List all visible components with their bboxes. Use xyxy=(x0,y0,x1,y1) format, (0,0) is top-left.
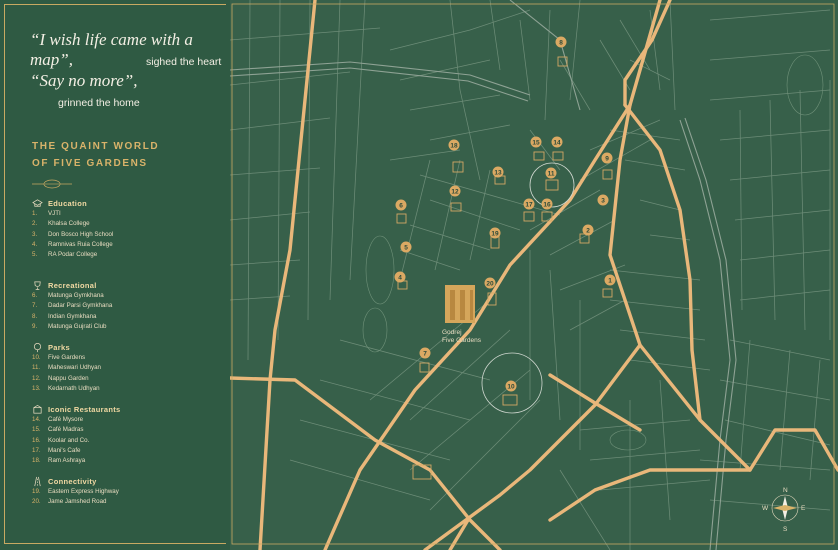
legend-list-parks: 10. Five Gardens 11. Maheswari Udhyan 12. N… xyxy=(32,353,101,394)
marker-3[interactable]: 3 xyxy=(597,194,609,206)
legend-list-restaurants: 14. Café Mysore 15. Café Madras 16. Koolar … xyxy=(32,415,89,466)
project-label-line2: Five Gardens xyxy=(442,337,482,344)
legend-list-recreational: 6. Matunga Gymkhana 7. Dadar Parsi Gymkhan… xyxy=(32,291,112,332)
svg-text:15: 15 xyxy=(532,140,540,147)
marker-2[interactable]: 2 xyxy=(582,224,594,236)
svg-text:6: 6 xyxy=(399,203,403,210)
list-item: 2. Khalsa College xyxy=(32,220,90,228)
legend-heading-connectivity: Connectivity xyxy=(32,476,97,487)
legend-heading-parks: Parks xyxy=(32,342,70,353)
svg-text:14: 14 xyxy=(553,140,561,147)
marker-13[interactable]: 13 xyxy=(492,166,504,178)
marker-8[interactable]: 8 xyxy=(555,36,567,48)
svg-text:1: 1 xyxy=(608,278,612,285)
legend-title-line1: THE QUAINT WORLD xyxy=(32,141,160,152)
list-item: 3. Don Bosco High School xyxy=(32,230,114,238)
marker-11[interactable]: 11 xyxy=(545,167,557,179)
list-item: 5. RA Podar College xyxy=(32,251,98,259)
marker-1[interactable]: 1 xyxy=(604,274,616,286)
svg-text:3: 3 xyxy=(601,198,605,205)
trophy-icon xyxy=(34,281,41,290)
marker-16[interactable]: 16 xyxy=(541,198,553,210)
svg-text:2: 2 xyxy=(586,228,590,235)
project-label-line1: Godrej xyxy=(442,329,462,336)
legend-sidebar: “I wish life came with a map”, sighed th… xyxy=(0,0,230,550)
list-item: 10. Five Gardens xyxy=(32,354,86,361)
legend-title-line2: OF FIVE GARDENS xyxy=(32,158,148,169)
compass-s: S xyxy=(783,526,788,533)
marker-17[interactable]: 17 xyxy=(523,198,535,210)
list-item: 18. Ram Ashraya xyxy=(32,457,86,465)
list-item: 8. Indian Gymkhana xyxy=(32,312,97,320)
list-item: 13. Kedarnath Udhyan xyxy=(32,384,100,392)
list-item: 19. Eastern Express Highway xyxy=(32,488,119,495)
marker-18[interactable]: 18 xyxy=(448,139,460,151)
svg-text:12: 12 xyxy=(451,189,459,196)
legend-heading-parks-label: Parks xyxy=(48,343,70,352)
list-item: 9. Matunga Gujrati Club xyxy=(32,322,107,330)
cutlery-icon xyxy=(33,404,42,414)
list-item: 15. Café Madras xyxy=(32,426,84,434)
legend-heading-connectivity-label: Connectivity xyxy=(48,477,97,486)
svg-text:20: 20 xyxy=(486,281,494,288)
quote-line-2: “Say no more”, xyxy=(30,71,138,90)
list-item: 6. Matunga Gymkhana xyxy=(32,292,104,299)
legend-heading-restaurants-label: Iconic Restaurants xyxy=(48,405,121,414)
svg-text:16: 16 xyxy=(543,202,551,209)
legend-heading-recreational: Recreational xyxy=(32,280,97,291)
marker-12[interactable]: 12 xyxy=(449,185,461,197)
marker-7[interactable]: 7 xyxy=(419,347,431,359)
svg-text:18: 18 xyxy=(450,143,458,150)
legend-heading-education-label: Education xyxy=(48,199,87,208)
legend-list-connectivity: 19. Eastern Express Highway 20. Jame Jamsh… xyxy=(32,487,119,508)
legend-heading-education: Education xyxy=(32,198,87,209)
marker-6[interactable]: 6 xyxy=(395,199,407,211)
quote-line-1-attribution: sighed the heart xyxy=(146,56,222,68)
compass-e: E xyxy=(801,505,806,512)
svg-text:7: 7 xyxy=(423,351,427,358)
svg-text:4: 4 xyxy=(398,275,402,282)
list-item: 20. Jame Jamshed Road xyxy=(32,498,107,506)
compass-w: W xyxy=(762,505,769,512)
list-item: 11. Maheswari Udhyan xyxy=(32,364,101,372)
list-item: 16. Koolar and Co. xyxy=(32,436,90,444)
list-item: 14. Café Mysore xyxy=(32,416,84,423)
list-item: 4. Ramnivas Ruia College xyxy=(32,240,113,248)
list-item: 1. VJTI xyxy=(32,210,61,217)
marker-14[interactable]: 14 xyxy=(551,136,563,148)
marker-20[interactable]: 20 xyxy=(484,277,496,289)
svg-text:8: 8 xyxy=(559,40,563,47)
marker-10[interactable]: 10 xyxy=(505,380,517,392)
list-item: 17. Mani's Cafe xyxy=(32,446,81,454)
svg-text:9: 9 xyxy=(605,156,609,163)
compass-n: N xyxy=(783,487,788,494)
legend-heading-restaurants: Iconic Restaurants xyxy=(32,404,121,415)
map-poster: Godrej Five Gardens 1 2 3 4 5 6 7 8 9 10… xyxy=(0,0,838,550)
svg-text:17: 17 xyxy=(525,202,533,209)
marker-15[interactable]: 15 xyxy=(530,136,542,148)
graduation-cap-icon xyxy=(32,199,43,207)
legend-heading-recreational-label: Recreational xyxy=(48,281,97,290)
svg-text:13: 13 xyxy=(494,170,502,177)
marker-5[interactable]: 5 xyxy=(400,241,412,253)
marker-9[interactable]: 9 xyxy=(601,152,613,164)
legend-list-education: 1. VJTI 2. Khalsa College 3. Don Bosco High… xyxy=(32,209,113,260)
svg-text:10: 10 xyxy=(507,384,515,391)
svg-text:19: 19 xyxy=(491,231,499,238)
list-item: 7. Dadar Parsi Gymkhana xyxy=(32,302,113,310)
road-icon xyxy=(34,476,41,487)
svg-text:11: 11 xyxy=(548,171,555,178)
marker-19[interactable]: 19 xyxy=(489,227,501,239)
tree-icon xyxy=(33,343,42,353)
leaf-divider-icon xyxy=(32,179,72,189)
marker-4[interactable]: 4 xyxy=(394,271,406,283)
svg-text:5: 5 xyxy=(404,245,408,252)
list-item: 12. Nappu Garden xyxy=(32,374,89,382)
neighbourhood-map: Godrej Five Gardens 1 2 3 4 5 6 7 8 9 10… xyxy=(230,0,838,550)
quote-line-2-attribution: grinned the home xyxy=(58,97,140,109)
